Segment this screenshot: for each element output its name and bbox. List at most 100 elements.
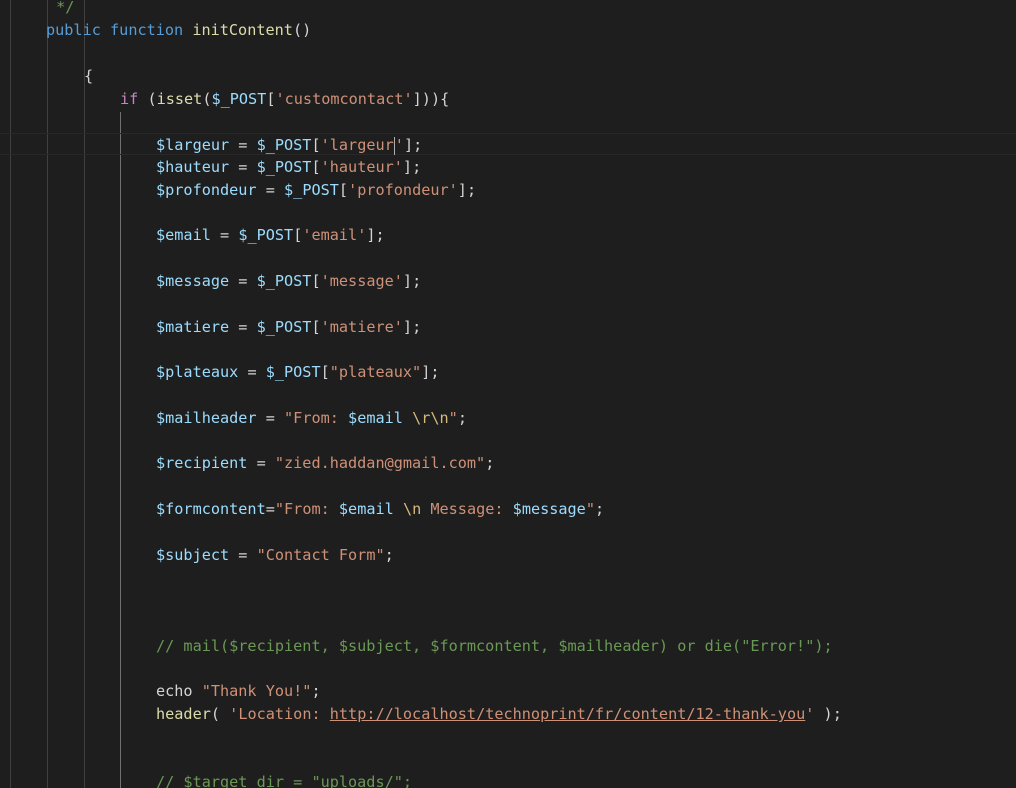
code-token: 'email' xyxy=(302,226,367,244)
code-line[interactable] xyxy=(0,612,1016,634)
code-line[interactable] xyxy=(0,384,1016,406)
code-token: ; xyxy=(485,454,495,472)
code-token: $_POST xyxy=(284,181,339,199)
code-line[interactable] xyxy=(0,658,1016,680)
code-line[interactable] xyxy=(0,749,1016,771)
code-token: [ xyxy=(338,181,349,199)
code-token: $subject xyxy=(156,546,230,564)
code-token[interactable]: http://localhost/technoprint/fr/content/… xyxy=(330,705,805,723)
code-token: ]; xyxy=(402,272,422,290)
code-editor[interactable]: */ public function initContent() { if (isse… xyxy=(0,0,1016,788)
code-token: $profondeur xyxy=(156,181,257,199)
code-line[interactable] xyxy=(0,339,1016,361)
code-token: ; xyxy=(457,409,467,427)
code-line[interactable]: $recipient = "zied.haddan@gmail.com"; xyxy=(0,452,1016,474)
code-line[interactable]: echo "Thank You!"; xyxy=(0,680,1016,702)
code-token: ]; xyxy=(403,136,423,154)
code-token: Message: xyxy=(421,500,513,518)
code-line[interactable] xyxy=(0,247,1016,269)
code-token: ); xyxy=(814,705,842,723)
code-token: // $target_dir = "uploads/"; xyxy=(156,773,413,788)
code-line[interactable]: if (isset($_POST['customcontact'])){ xyxy=(0,88,1016,110)
code-token: 'largeur xyxy=(320,136,394,154)
code-token: " xyxy=(448,409,458,427)
code-line[interactable]: // $target_dir = "uploads/"; xyxy=(0,771,1016,788)
code-token: [ xyxy=(311,272,321,290)
code-line[interactable]: $email = $_POST['email']; xyxy=(0,224,1016,246)
code-token: echo xyxy=(156,682,202,700)
code-token: ; xyxy=(311,682,321,700)
code-line[interactable]: $subject = "Contact Form"; xyxy=(0,544,1016,566)
code-line[interactable] xyxy=(0,111,1016,133)
code-line[interactable]: header( 'Location: http://localhost/tech… xyxy=(0,703,1016,725)
code-token: = xyxy=(238,363,266,381)
code-line[interactable]: $hauteur = $_POST['hauteur']; xyxy=(0,156,1016,178)
code-line[interactable] xyxy=(0,475,1016,497)
code-token: ])){ xyxy=(412,90,450,108)
code-token: $largeur xyxy=(156,136,230,154)
code-token: header xyxy=(156,705,211,723)
code-token: = xyxy=(256,181,285,199)
code-line[interactable] xyxy=(0,590,1016,612)
code-line[interactable]: // mail($recipient, $subject, $formconte… xyxy=(0,635,1016,657)
code-token: [ xyxy=(293,226,303,244)
code-line[interactable]: $plateaux = $_POST["plateaux"]; xyxy=(0,361,1016,383)
code-line[interactable] xyxy=(0,293,1016,315)
code-line[interactable] xyxy=(0,202,1016,224)
code-token: $message xyxy=(156,272,230,290)
code-line[interactable] xyxy=(0,726,1016,748)
code-token: $message xyxy=(512,500,586,518)
code-token: { xyxy=(84,67,94,85)
code-token: "From: xyxy=(284,409,349,427)
code-line[interactable]: $formcontent="From: $email \n Message: $… xyxy=(0,498,1016,520)
code-token: initContent xyxy=(192,21,293,39)
code-token: \n xyxy=(402,500,422,518)
code-token: [ xyxy=(320,363,330,381)
code-token: ' xyxy=(394,136,404,154)
code-token: */ xyxy=(47,0,75,16)
code-line[interactable]: $mailheader = "From: $email \r\n"; xyxy=(0,407,1016,429)
code-token: ( xyxy=(138,90,157,108)
code-token: = xyxy=(256,409,285,427)
code-line[interactable]: public function initContent() xyxy=(0,19,1016,41)
code-line[interactable]: $profondeur = $_POST['profondeur']; xyxy=(0,179,1016,201)
code-token: = xyxy=(229,272,257,290)
code-token: $email xyxy=(348,409,403,427)
code-token: = xyxy=(265,500,275,518)
code-token: 'Location: xyxy=(229,705,330,723)
code-token: if xyxy=(120,90,139,108)
code-token: = xyxy=(210,226,239,244)
code-token: // mail($recipient, $subject, $formconte… xyxy=(156,637,833,655)
code-token: public xyxy=(46,21,101,39)
code-token: isset xyxy=(156,90,203,108)
code-token: [ xyxy=(311,158,321,176)
code-token: = xyxy=(247,454,275,472)
code-token: ]; xyxy=(402,318,422,336)
code-token: [ xyxy=(311,136,321,154)
code-line[interactable]: $message = $_POST['message']; xyxy=(0,270,1016,292)
code-token: $matiere xyxy=(156,318,230,336)
code-line[interactable] xyxy=(0,521,1016,543)
code-token: "Thank You!" xyxy=(201,682,312,700)
code-token: $formcontent xyxy=(156,500,266,518)
code-line[interactable]: $largeur = $_POST['largeur']; xyxy=(0,133,1016,155)
code-token: 'profondeur' xyxy=(348,181,458,199)
code-line[interactable]: */ xyxy=(0,0,1016,18)
code-token: $email xyxy=(338,500,394,518)
code-line[interactable] xyxy=(0,42,1016,64)
code-token: "Contact Form" xyxy=(256,546,385,564)
code-token: "From: xyxy=(274,500,339,518)
code-line[interactable] xyxy=(0,430,1016,452)
code-token: [ xyxy=(266,90,276,108)
code-token: ; xyxy=(384,546,394,564)
code-token: "zied.haddan@gmail.com" xyxy=(274,454,486,472)
code-line[interactable] xyxy=(0,567,1016,589)
code-line[interactable]: $matiere = $_POST['matiere']; xyxy=(0,316,1016,338)
code-token: = xyxy=(229,546,257,564)
code-token: $email xyxy=(156,226,211,244)
code-token: $recipient xyxy=(156,454,248,472)
code-token: $_POST xyxy=(211,90,267,108)
code-line[interactable]: { xyxy=(0,65,1016,87)
